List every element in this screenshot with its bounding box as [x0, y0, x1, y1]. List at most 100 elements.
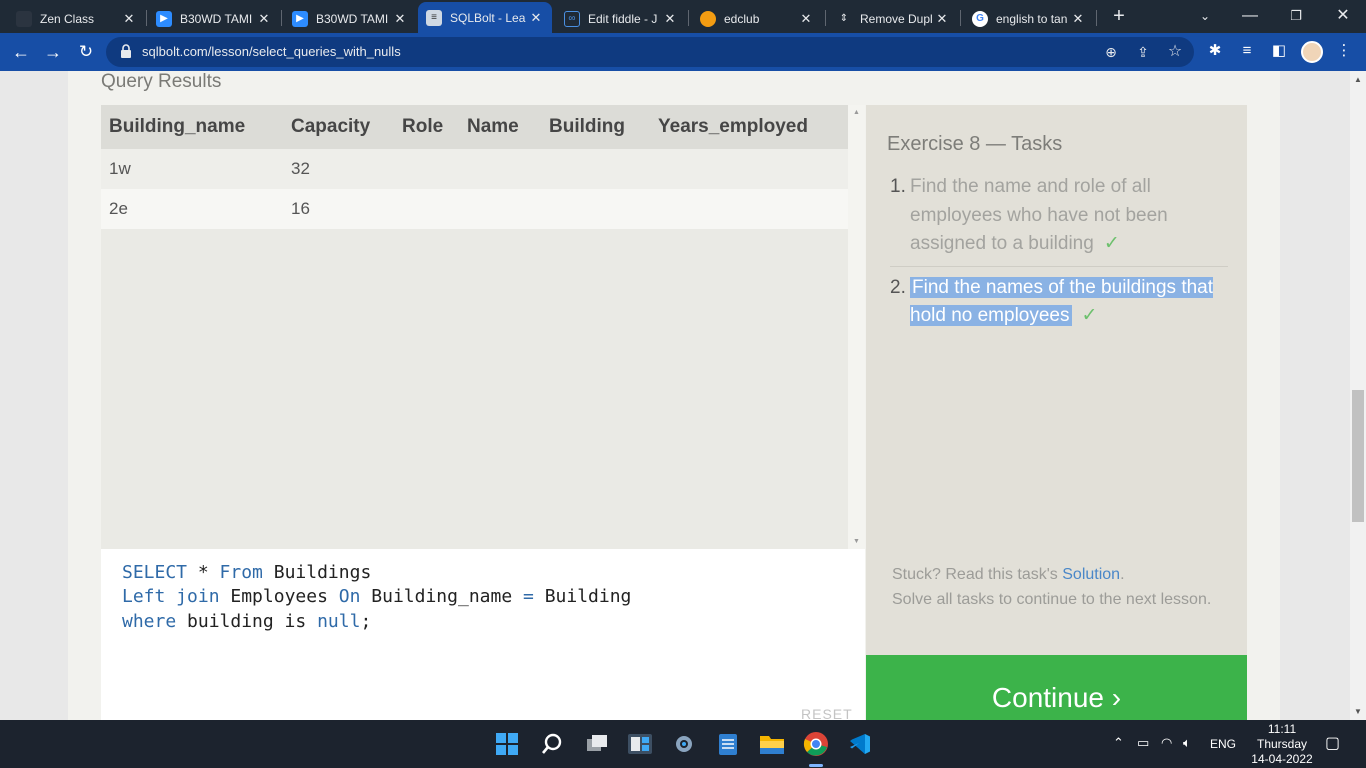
scroll-up-icon[interactable]: ▲: [853, 109, 860, 116]
settings-gear-icon[interactable]: [670, 730, 698, 758]
sql-editor[interactable]: SELECT * From Buildings Left join Employ…: [101, 549, 865, 720]
stuck-text-end: .: [1120, 566, 1125, 583]
clock-date: 14-04-2022: [1251, 752, 1313, 766]
sql-token: Building_name: [360, 586, 524, 608]
clock[interactable]: 11:11 Thursday 14-04-2022: [1240, 722, 1324, 767]
new-tab-icon[interactable]: +: [1107, 4, 1131, 28]
extensions-icon[interactable]: ✱: [1205, 41, 1225, 61]
tab-zen-class[interactable]: Zen Class ✕: [8, 4, 145, 33]
table-row: 2e 16: [101, 189, 848, 229]
scroll-down-icon[interactable]: ▼: [853, 538, 860, 545]
menu-icon[interactable]: ⋮: [1334, 41, 1354, 61]
widgets-icon[interactable]: [626, 730, 654, 758]
zoom-magnifier-icon[interactable]: ⊕: [1101, 42, 1121, 62]
back-icon[interactable]: ←: [8, 39, 34, 65]
tab-search-icon[interactable]: ⌄: [1193, 4, 1217, 28]
close-tab-icon[interactable]: ✕: [934, 11, 950, 27]
scroll-down-icon[interactable]: ▼: [1354, 707, 1362, 716]
task-text: Find the name and role of all employees …: [910, 176, 1168, 254]
search-icon[interactable]: [538, 730, 566, 758]
close-tab-icon[interactable]: ✕: [662, 11, 678, 27]
reset-button[interactable]: RESET: [801, 706, 853, 720]
bookmark-star-icon[interactable]: ☆: [1165, 42, 1185, 62]
minimize-icon[interactable]: —: [1238, 4, 1262, 28]
zoom-icon: ▶: [292, 10, 308, 27]
reload-icon[interactable]: ↻: [73, 39, 99, 65]
sqlbolt-icon: ≡: [426, 9, 442, 26]
solution-link[interactable]: Solution: [1062, 566, 1120, 583]
chrome-icon[interactable]: [802, 730, 830, 758]
close-window-icon[interactable]: ✕: [1331, 4, 1355, 28]
tab-b30wd-1[interactable]: ▶ B30WD TAMI ✕: [148, 4, 280, 33]
tab-title: Zen Class: [40, 11, 95, 26]
reading-list-icon[interactable]: ≡: [1237, 41, 1257, 61]
query-results-panel: Building_name Capacity Role Name Buildin…: [101, 105, 865, 549]
tab-english-to-tamil[interactable]: G english to tan ✕: [964, 4, 1094, 33]
vscode-icon[interactable]: [846, 730, 874, 758]
scroll-up-icon[interactable]: ▲: [1354, 75, 1362, 84]
share-icon[interactable]: ⇪: [1133, 42, 1153, 62]
tab-title: edclub: [724, 11, 760, 26]
edclub-icon: [700, 10, 716, 27]
notepad-icon[interactable]: [714, 730, 742, 758]
table-cell: 2e: [101, 189, 283, 229]
sql-token: *: [187, 562, 220, 583]
close-tab-icon[interactable]: ✕: [256, 11, 272, 27]
scrollbar-thumb[interactable]: [1352, 390, 1364, 522]
page-scrollbar[interactable]: ▲ ▼: [1350, 71, 1366, 720]
clock-time: 11:11: [1267, 722, 1297, 736]
tab-title: Edit fiddle - J: [588, 11, 658, 26]
table-cell: [394, 149, 459, 189]
forward-icon[interactable]: →: [40, 39, 66, 65]
browser-toolbar: ← → ↻ sqlbolt.com/lesson/select_queries_…: [0, 33, 1366, 71]
google-icon: G: [972, 10, 988, 27]
sql-operator: =: [523, 586, 534, 608]
volume-icon[interactable]: 🔈︎: [1183, 735, 1191, 751]
tab-edclub[interactable]: edclub ✕: [692, 4, 822, 33]
table-header-row: Building_name Capacity Role Name Buildin…: [101, 105, 848, 149]
side-panel-icon[interactable]: ◧: [1269, 41, 1289, 61]
sql-token: Employees: [219, 586, 339, 608]
show-hidden-icons-icon[interactable]: ⌃: [1113, 735, 1124, 751]
sql-keyword: where: [122, 610, 177, 632]
tab-remove-duplicates[interactable]: ⇕ Remove Dupl ✕: [828, 4, 958, 33]
wifi-icon[interactable]: ◠: [1161, 735, 1172, 751]
sql-token: ;: [360, 610, 372, 632]
exercise-title: Exercise 8 — Tasks: [887, 133, 1063, 155]
windows-taskbar: ⌃ ▭ ◠ 🔈︎ ENG 11:11 Thursday 14-04-2022 ▢: [0, 720, 1366, 768]
lock-icon: [121, 44, 131, 58]
tab-separator: [1096, 10, 1097, 26]
task-view-icon[interactable]: [583, 730, 611, 758]
tab-jsfiddle[interactable]: ∞ Edit fiddle - J ✕: [556, 4, 686, 33]
task-number: 2.: [890, 276, 906, 298]
page-viewport: Query Results Building_name Capacity Rol…: [0, 71, 1350, 720]
tab-title: Remove Dupl: [860, 11, 933, 26]
avatar[interactable]: [1301, 41, 1323, 63]
checkmark-icon: ✓: [1081, 305, 1098, 326]
start-icon[interactable]: [493, 730, 521, 758]
address-bar[interactable]: sqlbolt.com/lesson/select_queries_with_n…: [106, 37, 1194, 67]
tab-separator: [146, 10, 147, 26]
sql-code[interactable]: SELECT * From Buildings Left join Employ…: [122, 561, 631, 634]
close-tab-icon[interactable]: ✕: [392, 11, 408, 27]
close-tab-icon[interactable]: ✕: [121, 11, 137, 27]
sql-keyword: From: [219, 562, 263, 583]
clock-day: Thursday: [1256, 737, 1308, 751]
tab-separator: [688, 10, 689, 26]
close-tab-icon[interactable]: ✕: [528, 10, 544, 26]
restore-icon[interactable]: ❐: [1284, 4, 1308, 28]
close-tab-icon[interactable]: ✕: [798, 11, 814, 27]
sql-token: Building: [533, 586, 632, 608]
battery-icon[interactable]: ▭: [1137, 735, 1149, 751]
close-tab-icon[interactable]: ✕: [1070, 11, 1086, 27]
tab-sqlbolt[interactable]: ≡ SQLBolt - Lea ✕: [418, 2, 552, 33]
results-scrollbar[interactable]: ▲ ▼: [848, 105, 865, 549]
continue-button[interactable]: Continue ›: [866, 655, 1247, 720]
column-header: Years_employed: [650, 105, 848, 149]
table-cell: [541, 149, 650, 189]
task-list: 1. Find the name and role of all employe…: [890, 173, 1228, 331]
language-indicator[interactable]: ENG: [1210, 737, 1236, 751]
tab-b30wd-2[interactable]: ▶ B30WD TAMI ✕: [284, 4, 416, 33]
notifications-icon[interactable]: ▢: [1325, 733, 1340, 753]
file-explorer-icon[interactable]: [758, 730, 786, 758]
